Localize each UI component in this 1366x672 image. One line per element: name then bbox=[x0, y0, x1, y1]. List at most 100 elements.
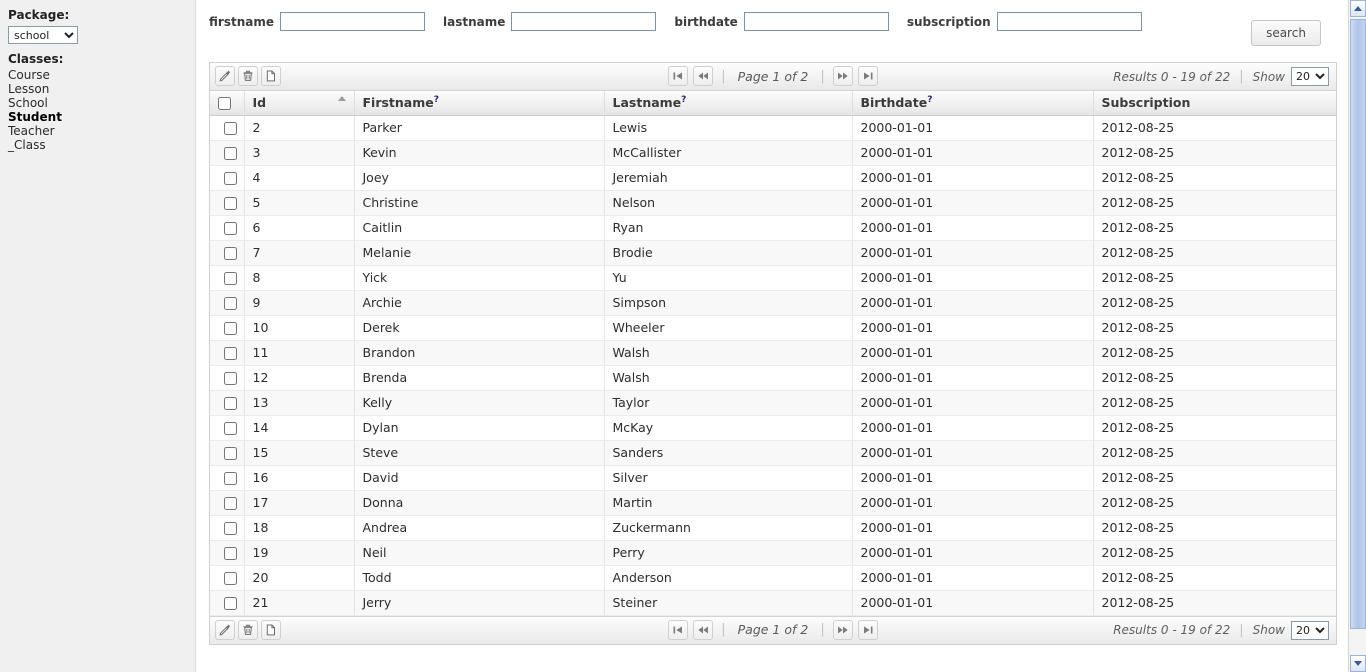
cell-firstname: Brenda bbox=[354, 365, 605, 391]
previous-page-icon[interactable] bbox=[693, 619, 714, 640]
cell-lastname: Anderson bbox=[604, 565, 853, 591]
table-row[interactable]: 3 Kevin McCallister 2000-01-01 2012-08-25 bbox=[210, 140, 1336, 166]
row-select-checkbox[interactable] bbox=[224, 147, 238, 160]
search-input-birthdate[interactable] bbox=[743, 12, 889, 31]
show-select-top[interactable]: 20 bbox=[1291, 67, 1329, 86]
column-header-birthdate[interactable]: Birthdate? bbox=[852, 91, 1094, 116]
table-row[interactable]: 10 Derek Wheeler 2000-01-01 2012-08-25 bbox=[210, 315, 1336, 341]
row-select-checkbox[interactable] bbox=[224, 322, 238, 335]
package-select[interactable]: school bbox=[8, 26, 78, 44]
first-page-icon[interactable] bbox=[668, 619, 689, 640]
class-item-course[interactable]: Course bbox=[8, 68, 187, 82]
new-document-icon[interactable] bbox=[261, 66, 281, 86]
table-row[interactable]: 16 David Silver 2000-01-01 2012-08-25 bbox=[210, 465, 1336, 491]
table-row[interactable]: 19 Neil Perry 2000-01-01 2012-08-25 bbox=[210, 540, 1336, 566]
pencil-add-icon[interactable] bbox=[215, 66, 235, 86]
cell-lastname: Perry bbox=[604, 540, 853, 566]
search-input-firstname[interactable] bbox=[279, 12, 425, 31]
table-row[interactable]: 13 Kelly Taylor 2000-01-01 2012-08-25 bbox=[210, 390, 1336, 416]
scroll-down-icon[interactable] bbox=[1350, 655, 1366, 672]
column-hint-icon-firstname[interactable]: ? bbox=[434, 95, 439, 105]
column-header-subscription[interactable]: Subscription bbox=[1093, 91, 1336, 116]
cell-id: 11 bbox=[244, 340, 355, 366]
cell-subscription: 2012-08-25 bbox=[1093, 190, 1336, 216]
column-header-firstname[interactable]: Firstname? bbox=[354, 91, 605, 116]
row-select-checkbox[interactable] bbox=[224, 497, 238, 510]
class-item-teacher[interactable]: Teacher bbox=[8, 124, 187, 138]
column-header-lastname[interactable]: Lastname? bbox=[604, 91, 853, 116]
cell-birthdate: 2000-01-01 bbox=[852, 290, 1094, 316]
row-select-checkbox[interactable] bbox=[224, 597, 238, 610]
browser-scrollbar[interactable] bbox=[1348, 0, 1366, 672]
cell-subscription: 2012-08-25 bbox=[1093, 115, 1336, 141]
class-item-class[interactable]: _Class bbox=[8, 138, 187, 152]
row-select-checkbox[interactable] bbox=[224, 372, 238, 385]
row-select-checkbox[interactable] bbox=[224, 122, 238, 135]
last-page-icon[interactable] bbox=[857, 619, 878, 640]
class-item-school[interactable]: School bbox=[8, 96, 187, 110]
cell-birthdate: 2000-01-01 bbox=[852, 140, 1094, 166]
row-select-checkbox[interactable] bbox=[224, 572, 238, 585]
search-label-lastname: lastname bbox=[442, 14, 506, 29]
column-hint-icon-lastname[interactable]: ? bbox=[681, 95, 686, 105]
column-hint-icon-birthdate[interactable]: ? bbox=[927, 95, 932, 105]
table-row[interactable]: 8 Yick Yu 2000-01-01 2012-08-25 bbox=[210, 265, 1336, 291]
table-row[interactable]: 4 Joey Jeremiah 2000-01-01 2012-08-25 bbox=[210, 165, 1336, 191]
cell-subscription: 2012-08-25 bbox=[1093, 390, 1336, 416]
row-select-checkbox[interactable] bbox=[224, 272, 238, 285]
table-row[interactable]: 6 Caitlin Ryan 2000-01-01 2012-08-25 bbox=[210, 215, 1336, 241]
row-select-checkbox[interactable] bbox=[224, 397, 238, 410]
classes-label: Classes: bbox=[8, 52, 64, 66]
cell-firstname: Archie bbox=[354, 290, 605, 316]
first-page-icon[interactable] bbox=[668, 66, 689, 86]
next-page-icon[interactable] bbox=[832, 66, 853, 86]
scroll-up-icon[interactable] bbox=[1350, 0, 1366, 17]
table-row[interactable]: 9 Archie Simpson 2000-01-01 2012-08-25 bbox=[210, 290, 1336, 316]
search-button[interactable]: search bbox=[1251, 20, 1321, 46]
row-select-checkbox[interactable] bbox=[224, 247, 238, 260]
row-select-checkbox[interactable] bbox=[224, 347, 238, 360]
new-document-icon[interactable] bbox=[261, 619, 281, 640]
search-input-subscription[interactable] bbox=[996, 12, 1142, 31]
table-row[interactable]: 12 Brenda Walsh 2000-01-01 2012-08-25 bbox=[210, 365, 1336, 391]
row-select-checkbox[interactable] bbox=[224, 472, 238, 485]
column-header-id[interactable]: Id bbox=[244, 91, 355, 116]
pencil-add-icon[interactable] bbox=[215, 619, 235, 640]
scrollbar-thumb[interactable] bbox=[1350, 19, 1366, 629]
cell-lastname: Yu bbox=[604, 265, 853, 291]
trash-icon[interactable] bbox=[238, 66, 258, 86]
table-row[interactable]: 2 Parker Lewis 2000-01-01 2012-08-25 bbox=[210, 115, 1336, 141]
row-select-checkbox[interactable] bbox=[224, 297, 238, 310]
row-select-checkbox[interactable] bbox=[224, 522, 238, 535]
table-row[interactable]: 15 Steve Sanders 2000-01-01 2012-08-25 bbox=[210, 440, 1336, 466]
cell-lastname: Steiner bbox=[604, 590, 853, 616]
table-row[interactable]: 17 Donna Martin 2000-01-01 2012-08-25 bbox=[210, 490, 1336, 516]
class-item-lesson[interactable]: Lesson bbox=[8, 82, 187, 96]
table-header-row: Id Firstname? Lastname? Birthdate? Subscript… bbox=[210, 91, 1336, 116]
class-item-student[interactable]: Student bbox=[8, 110, 187, 124]
trash-icon[interactable] bbox=[238, 619, 258, 640]
table-row[interactable]: 14 Dylan McKay 2000-01-01 2012-08-25 bbox=[210, 415, 1336, 441]
show-select-bottom[interactable]: 20 bbox=[1291, 620, 1329, 640]
row-select-checkbox[interactable] bbox=[224, 197, 238, 210]
row-select-checkbox[interactable] bbox=[224, 422, 238, 435]
select-all-checkbox[interactable] bbox=[218, 97, 231, 111]
table-row[interactable]: 21 Jerry Steiner 2000-01-01 2012-08-25 bbox=[210, 590, 1336, 616]
cell-lastname: Jeremiah bbox=[604, 165, 853, 191]
table-row[interactable]: 18 Andrea Zuckermann 2000-01-01 2012-08-25 bbox=[210, 515, 1336, 541]
search-input-lastname[interactable] bbox=[511, 12, 657, 31]
row-select-checkbox[interactable] bbox=[224, 547, 238, 560]
table-row[interactable]: 11 Brandon Walsh 2000-01-01 2012-08-25 bbox=[210, 340, 1336, 366]
row-select-checkbox[interactable] bbox=[224, 447, 238, 460]
row-select-checkbox[interactable] bbox=[224, 222, 238, 235]
cell-id: 3 bbox=[244, 140, 355, 166]
table-row[interactable]: 20 Todd Anderson 2000-01-01 2012-08-25 bbox=[210, 565, 1336, 591]
last-page-icon[interactable] bbox=[857, 66, 878, 86]
table-row[interactable]: 5 Christine Nelson 2000-01-01 2012-08-25 bbox=[210, 190, 1336, 216]
table-row[interactable]: 7 Melanie Brodie 2000-01-01 2012-08-25 bbox=[210, 240, 1336, 266]
row-select-checkbox[interactable] bbox=[224, 172, 238, 185]
cell-subscription: 2012-08-25 bbox=[1093, 490, 1336, 516]
next-page-icon[interactable] bbox=[832, 619, 853, 640]
previous-page-icon[interactable] bbox=[693, 66, 714, 86]
cell-firstname: Steve bbox=[354, 440, 605, 466]
